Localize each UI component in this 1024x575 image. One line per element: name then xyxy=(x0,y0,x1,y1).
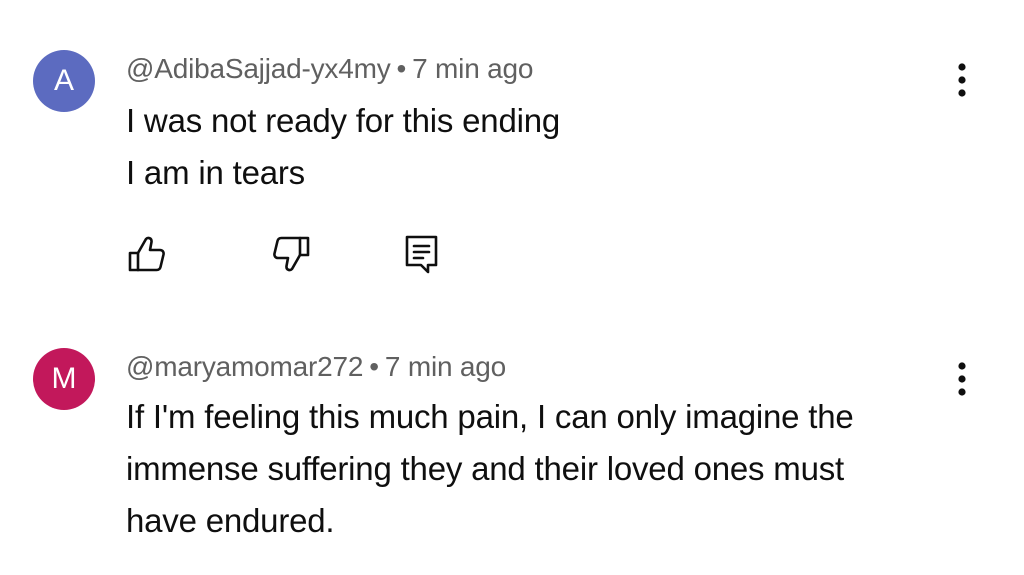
comment-menu-button[interactable] xyxy=(944,357,980,401)
comment-menu-button[interactable] xyxy=(944,58,980,102)
dislike-button[interactable] xyxy=(270,232,314,276)
more-vertical-icon xyxy=(944,357,980,401)
meta-separator: • xyxy=(369,351,379,382)
author-handle[interactable]: @AdibaSajjad-yx4my xyxy=(126,53,391,84)
comment-text: If I'm feeling this much pain, I can onl… xyxy=(126,391,926,547)
comment-item: M @maryamomar272 • 7 min ago If I'm feelin… xyxy=(0,300,1024,575)
comment-text: I was not ready for this ending I am in … xyxy=(126,95,926,199)
comment-time[interactable]: 7 min ago xyxy=(412,53,533,84)
avatar[interactable]: A xyxy=(33,50,95,112)
dislike-icon xyxy=(270,232,314,276)
author-handle[interactable]: @maryamomar272 xyxy=(126,351,363,382)
reply-button[interactable] xyxy=(400,232,444,276)
comment-text-line: have endured. xyxy=(126,502,335,539)
comment-text-line: If I'm feeling this much pain, I can onl… xyxy=(126,398,854,435)
comment-text-line: immense suffering they and their loved o… xyxy=(126,450,845,487)
avatar[interactable]: M xyxy=(33,348,95,410)
more-vertical-icon xyxy=(944,58,980,102)
like-icon xyxy=(124,232,168,276)
meta-separator: • xyxy=(396,53,407,84)
comment-meta: @AdibaSajjad-yx4my • 7 min ago xyxy=(126,53,533,85)
comment-time[interactable]: 7 min ago xyxy=(385,351,506,382)
reply-icon xyxy=(400,232,444,276)
like-button[interactable] xyxy=(124,232,168,276)
comment-text-line: I am in tears xyxy=(126,154,305,191)
comment-meta: @maryamomar272 • 7 min ago xyxy=(126,351,506,383)
comment-actions xyxy=(0,232,1024,276)
comment-text-line: I was not ready for this ending xyxy=(126,102,561,139)
comment-item: A @AdibaSajjad-yx4my • 7 min ago I was not… xyxy=(0,0,1024,300)
